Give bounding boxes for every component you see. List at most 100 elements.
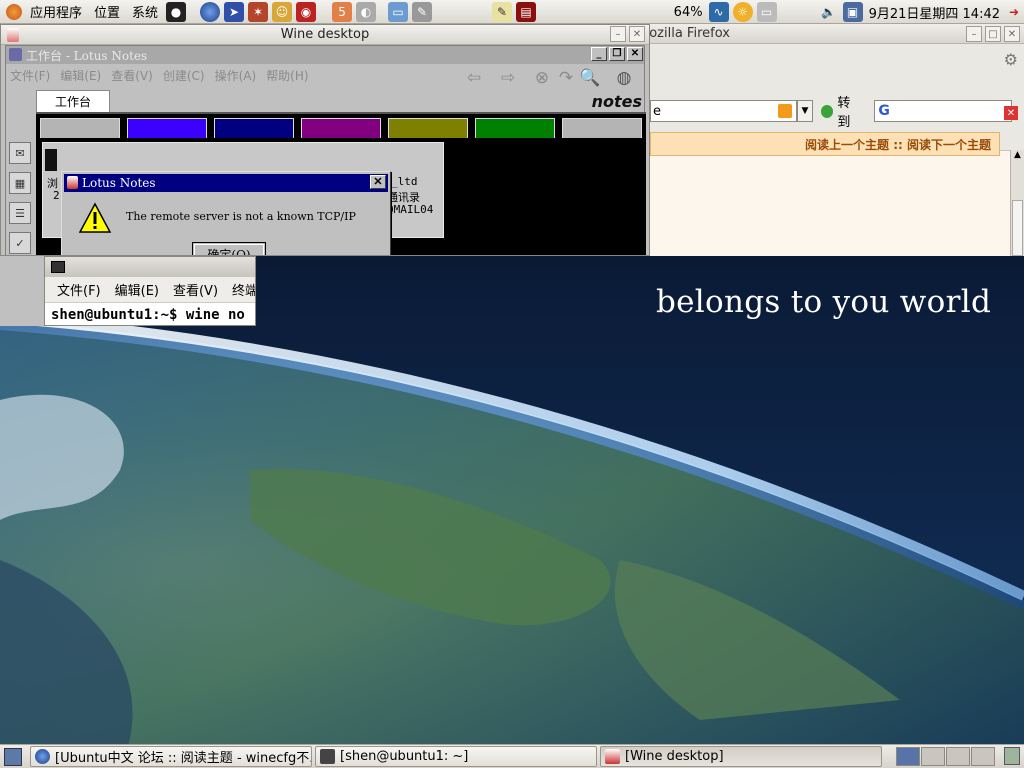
maximize-button[interactable]: □	[985, 26, 1001, 42]
term-menu-terminal[interactable]: 终端	[232, 280, 255, 299]
bookmark-bar: ✉ ▦ ☰ ✓	[6, 138, 34, 255]
workspace-4[interactable]	[971, 747, 995, 766]
scroll-thumb[interactable]	[1012, 200, 1023, 256]
workspace-2[interactable]	[921, 747, 945, 766]
term-menu-edit[interactable]: 编辑(E)	[115, 280, 159, 299]
go-button[interactable]: 转到	[820, 92, 863, 130]
forward-arrow-icon[interactable]: ⇨	[496, 66, 520, 90]
term-menu-view[interactable]: 查看(V)	[173, 280, 218, 299]
close-button[interactable]: ✕	[627, 47, 643, 61]
qq-launcher-icon[interactable]: ◉	[296, 1, 317, 22]
wallpaper-slogan: belongs to you world	[656, 284, 992, 320]
menu-file[interactable]: 文件(F)	[10, 67, 50, 84]
wine-titlebar[interactable]: Wine desktop – ✕	[1, 25, 649, 45]
minimize-button[interactable]: –	[966, 26, 982, 42]
dialog-close-button[interactable]: ✕	[370, 175, 386, 189]
minimize-button[interactable]: _	[591, 47, 607, 61]
terminal-command-line[interactable]: shen@ubuntu1:~$ wine no	[45, 303, 255, 323]
db-icon-fragment[interactable]	[45, 149, 57, 171]
workspace-tab-purple[interactable]	[301, 118, 381, 138]
menu-view[interactable]: 查看(V)	[111, 67, 153, 84]
printer-icon[interactable]: ▭	[756, 2, 777, 22]
firefox-launcher-icon[interactable]	[200, 1, 221, 22]
applications-menu[interactable]: 应用程序	[24, 2, 88, 21]
google-icon[interactable]: G	[878, 103, 890, 119]
workspace-tab-blue[interactable]	[127, 118, 207, 138]
menu-create[interactable]: 创建(C)	[163, 67, 205, 84]
address-book-icon[interactable]: ☰	[9, 202, 31, 224]
taskbar-item-wine[interactable]: [Wine desktop]	[600, 746, 882, 767]
firefox-titlebar[interactable]: Mozilla Firefox – □ ✕	[640, 24, 1024, 44]
firefox-window[interactable]: Mozilla Firefox – □ ✕ ⚙ e ▼ 转到 G ✕ 阅读上一个…	[640, 24, 1024, 256]
workspace-tab-gray[interactable]	[40, 118, 120, 138]
notes-titlebar[interactable]: 工作台 - Lotus Notes _ ❐ ✕	[6, 46, 644, 64]
workspace-1[interactable]	[896, 747, 920, 766]
network-icon[interactable]: ▣	[842, 2, 863, 22]
restore-button[interactable]: ❐	[609, 47, 625, 61]
workspace-tab-olive[interactable]	[388, 118, 468, 138]
minimize-button[interactable]: –	[610, 26, 626, 42]
close-button[interactable]: ✕	[1004, 26, 1020, 42]
error-dialog[interactable]: Lotus Notes ✕ The remote server is not a…	[61, 171, 391, 255]
battery-percent: 64%	[673, 4, 703, 20]
terminal-titlebar[interactable]	[45, 257, 255, 277]
tool-launcher-icon[interactable]: ✎	[412, 1, 433, 22]
vertical-scrollbar[interactable]: ▲	[1010, 150, 1024, 256]
term-menu-file[interactable]: 文件(F)	[57, 280, 101, 299]
workspace-tab-green[interactable]	[475, 118, 555, 138]
calendar-icon[interactable]: ▦	[9, 172, 31, 194]
refresh-icon[interactable]: ↷	[554, 66, 578, 90]
workspace-tab-navy[interactable]	[214, 118, 294, 138]
gimp-launcher-icon[interactable]: ✶	[248, 1, 269, 22]
close-button[interactable]: ✕	[629, 26, 645, 42]
url-dropdown-button[interactable]: ▼	[797, 100, 813, 122]
taskbar-item-firefox[interactable]: [Ubuntu中文 论坛 :: 阅读主题 - winecfg不...	[30, 746, 312, 767]
scroll-up-arrow[interactable]: ▲	[1011, 150, 1024, 164]
forum-nav-links[interactable]: 阅读上一个主题 :: 阅读下一个主题	[805, 136, 991, 153]
notes-launcher-icon[interactable]: ✎	[492, 1, 513, 22]
dialog-titlebar[interactable]: Lotus Notes ✕	[64, 174, 388, 192]
back-arrow-icon[interactable]: ⇦	[462, 66, 486, 90]
logout-icon[interactable]: ➜	[1006, 2, 1022, 22]
show-desktop-icon[interactable]	[4, 747, 22, 766]
close-tab-icon[interactable]: ✕	[1004, 106, 1018, 120]
search-field[interactable]: G	[874, 100, 1012, 122]
rss-icon[interactable]	[778, 104, 793, 118]
folder-launcher-icon[interactable]: ▭	[388, 1, 409, 22]
menu-edit[interactable]: 编辑(E)	[60, 67, 101, 84]
places-menu[interactable]: 位置	[88, 2, 126, 21]
tab-workspace[interactable]: 工作台	[36, 90, 110, 112]
wine-desktop-area: 工作台 - Lotus Notes _ ❐ ✕ 文件(F) 编辑(E) 查看(V…	[1, 45, 649, 255]
db-label-mail: QMAIL04	[387, 203, 434, 216]
menu-help[interactable]: 帮助(H)	[266, 67, 308, 84]
wine-desktop-window[interactable]: Wine desktop – ✕ 工作台 - Lotus Notes _ ❐ ✕…	[0, 24, 650, 256]
gear-icon[interactable]: ⚙	[1004, 50, 1018, 69]
system-monitor-icon[interactable]: ∿	[708, 2, 729, 22]
sun-icon[interactable]: ☼	[732, 2, 753, 22]
people-launcher-icon[interactable]: ☺	[272, 1, 293, 22]
tux-icon[interactable]: ●	[166, 1, 187, 22]
volume-icon[interactable]: 🔈	[819, 2, 839, 22]
taskbar-item-terminal[interactable]: [shen@ubuntu1: ~]	[315, 746, 597, 767]
stop-icon[interactable]: ⊗	[530, 66, 554, 90]
file-launcher-icon[interactable]: 5	[332, 1, 353, 22]
bird-launcher-icon[interactable]: ➤	[224, 1, 245, 22]
mail-icon[interactable]: ✉	[9, 142, 31, 164]
ok-button[interactable]: 确定(O)	[192, 242, 266, 255]
media-launcher-icon[interactable]: ◐	[356, 1, 377, 22]
url-field[interactable]: e	[650, 100, 798, 122]
system-menu[interactable]: 系统	[126, 2, 164, 21]
trash-icon[interactable]	[1004, 747, 1020, 765]
pdf-launcher-icon[interactable]: ▤	[516, 1, 537, 22]
workspace-3[interactable]	[946, 747, 970, 766]
menu-actions[interactable]: 操作(A)	[215, 67, 257, 84]
todo-icon[interactable]: ✓	[9, 232, 31, 254]
search-icon[interactable]: 🔍	[578, 66, 602, 90]
globe-icon[interactable]: ◍	[612, 66, 636, 90]
dialog-app-icon	[67, 176, 78, 189]
ubuntu-logo-icon[interactable]	[6, 3, 22, 20]
terminal-window[interactable]: 文件(F) 编辑(E) 查看(V) 终端 shen@ubuntu1:~$ win…	[44, 256, 256, 326]
workspace-tab-gray-2[interactable]	[562, 118, 642, 138]
dialog-title: Lotus Notes	[82, 176, 156, 190]
clock[interactable]: 9月21日星期四 14:42	[865, 3, 1004, 22]
